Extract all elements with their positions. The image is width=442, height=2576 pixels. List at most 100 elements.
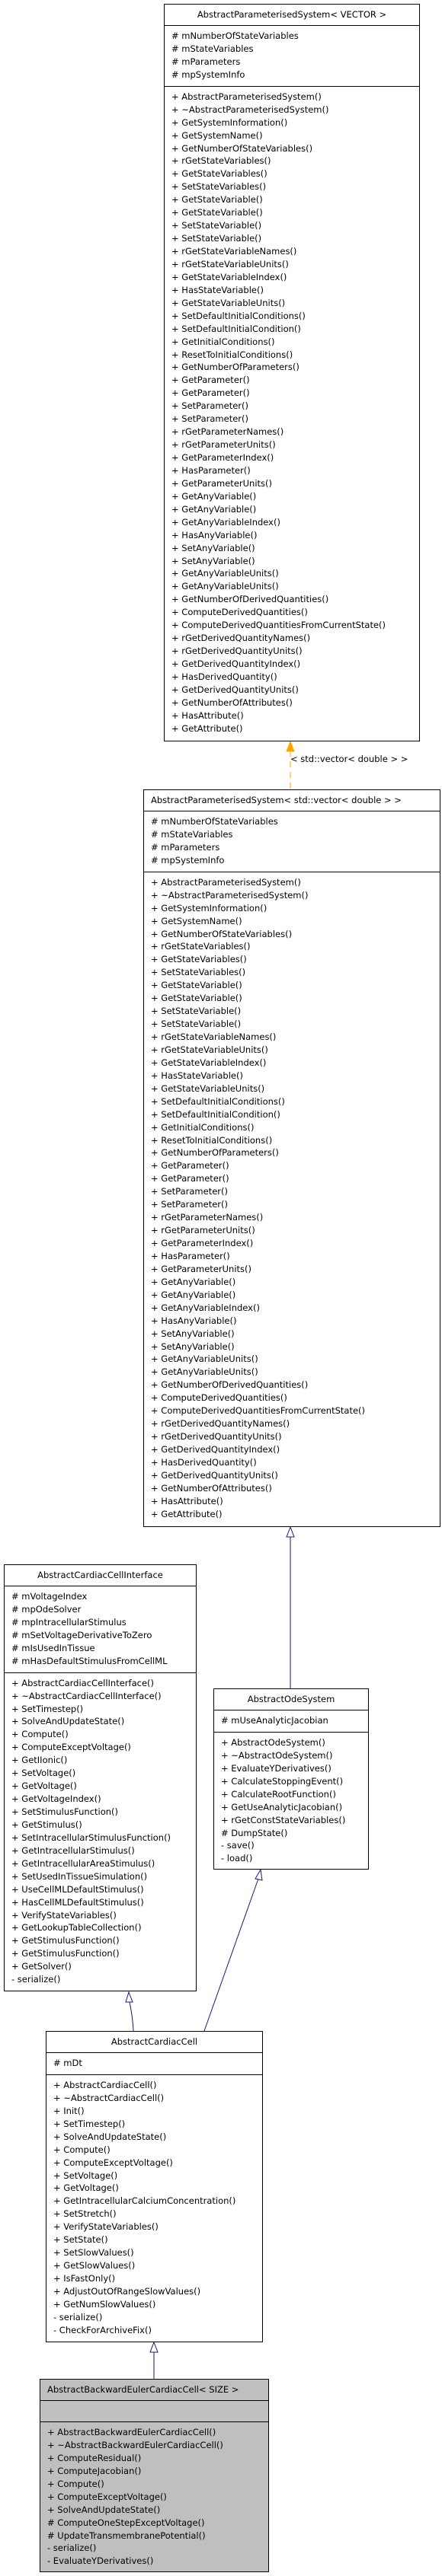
class-attribute[interactable]: # mStateVariables bbox=[151, 828, 440, 841]
class-attribute[interactable]: # mDt bbox=[53, 2057, 262, 2070]
class-attribute[interactable]: # mParameters bbox=[151, 841, 440, 854]
class-method[interactable]: + rGetDerivedQuantityNames() bbox=[171, 632, 419, 645]
class-method[interactable]: + GetAnyVariableUnits() bbox=[171, 567, 419, 580]
class-method[interactable]: + SetAnyVariable() bbox=[171, 555, 419, 568]
class-method[interactable]: + GetAnyVariable() bbox=[171, 503, 419, 516]
class-method[interactable]: + ComputeExceptVoltage() bbox=[11, 1741, 196, 1754]
class-method[interactable]: + ResetToInitialConditions() bbox=[171, 349, 419, 362]
class-method[interactable]: + GetStateVariableUnits() bbox=[171, 297, 419, 310]
class-method[interactable]: + HasStateVariable() bbox=[171, 284, 419, 297]
class-method[interactable]: + SolveAndUpdateState() bbox=[53, 2131, 262, 2144]
class-method[interactable]: + ~AbstractCardiacCell() bbox=[53, 2092, 262, 2105]
class-method[interactable]: + rGetDerivedQuantityNames() bbox=[151, 1417, 440, 1430]
class-method[interactable]: + IsFastOnly() bbox=[53, 2272, 262, 2285]
class-method[interactable]: + GetIntracellularStimulus() bbox=[11, 1844, 196, 1857]
class-method[interactable]: + ComputeDerivedQuantitiesFromCurrentSta… bbox=[151, 1404, 440, 1417]
class-method[interactable]: - save() bbox=[221, 1839, 368, 1852]
class-method[interactable]: + GetDerivedQuantityUnits() bbox=[171, 684, 419, 697]
class-method[interactable]: + GetParameter() bbox=[151, 1172, 440, 1185]
class-box-abstract-backward-euler-cardiac-cell[interactable]: AbstractBackwardEulerCardiacCell< SIZE >… bbox=[40, 2379, 269, 2572]
class-method[interactable]: + GetIIonic() bbox=[11, 1754, 196, 1767]
class-method[interactable]: + Compute() bbox=[11, 1728, 196, 1741]
class-method[interactable]: + GetAnyVariable() bbox=[151, 1276, 440, 1289]
class-method[interactable]: + GetStateVariableIndex() bbox=[151, 1057, 440, 1070]
class-method[interactable]: + rGetStateVariables() bbox=[171, 155, 419, 167]
class-method[interactable]: + ComputeDerivedQuantitiesFromCurrentSta… bbox=[171, 619, 419, 632]
class-method[interactable]: + GetVoltage() bbox=[11, 1780, 196, 1793]
class-method[interactable]: # ComputeOneStepExceptVoltage() bbox=[47, 2517, 268, 2530]
class-method[interactable]: + SetDefaultInitialCondition() bbox=[151, 1108, 440, 1121]
class-method[interactable]: + GetParameterUnits() bbox=[151, 1263, 440, 1276]
class-method[interactable]: + GetParameterIndex() bbox=[151, 1237, 440, 1250]
class-method[interactable]: + GetStateVariables() bbox=[151, 953, 440, 966]
class-attribute[interactable]: # mNumberOfStateVariables bbox=[171, 30, 419, 43]
class-method[interactable]: + HasParameter() bbox=[151, 1250, 440, 1263]
class-attribute[interactable]: # mIsUsedInTissue bbox=[11, 1642, 196, 1655]
class-method[interactable]: + SetStateVariables() bbox=[151, 966, 440, 979]
class-method[interactable]: + HasAnyVariable() bbox=[171, 529, 419, 542]
class-attribute[interactable]: # mUseAnalyticJacobian bbox=[221, 1714, 368, 1727]
class-method[interactable]: + CalculateStoppingEvent() bbox=[221, 1775, 368, 1788]
class-box-abstract-cardiac-cell[interactable]: AbstractCardiacCell # mDt + AbstractCard… bbox=[46, 2031, 263, 2342]
class-method[interactable]: + SetTimestep() bbox=[53, 2118, 262, 2131]
class-method[interactable]: + SetParameter() bbox=[151, 1198, 440, 1211]
class-method[interactable]: + SetDefaultInitialConditions() bbox=[171, 310, 419, 323]
class-method[interactable]: + ResetToInitialConditions() bbox=[151, 1134, 440, 1147]
class-method[interactable]: + SetSlowValues() bbox=[53, 2246, 262, 2259]
class-method[interactable]: - load() bbox=[221, 1852, 368, 1865]
class-box-abstract-ode-system[interactable]: AbstractOdeSystem # mUseAnalyticJacobian… bbox=[213, 1688, 369, 1870]
class-method[interactable]: + GetStateVariable() bbox=[171, 206, 419, 219]
class-method[interactable]: + ~AbstractParameterisedSystem() bbox=[171, 104, 419, 116]
class-method[interactable]: + GetSolver() bbox=[11, 1960, 196, 1973]
class-method[interactable]: + SetVoltage() bbox=[53, 2170, 262, 2182]
class-method[interactable]: + HasDerivedQuantity() bbox=[151, 1456, 440, 1469]
class-method[interactable]: + ComputeJacobian() bbox=[47, 2465, 268, 2478]
class-method[interactable]: + GetNumberOfParameters() bbox=[171, 361, 419, 374]
class-method[interactable]: + GetAnyVariableIndex() bbox=[151, 1302, 440, 1315]
class-method[interactable]: + GetSystemInformation() bbox=[151, 902, 440, 915]
class-method[interactable]: + ~AbstractBackwardEulerCardiacCell() bbox=[47, 2439, 268, 2452]
class-method[interactable]: + GetSystemName() bbox=[151, 915, 440, 928]
class-method[interactable]: + GetSystemInformation() bbox=[171, 116, 419, 129]
class-method[interactable]: + GetNumberOfAttributes() bbox=[151, 1482, 440, 1495]
class-method[interactable]: + GetSystemName() bbox=[171, 129, 419, 142]
class-method[interactable]: + rGetStateVariableNames() bbox=[171, 245, 419, 258]
class-method[interactable]: # DumpState() bbox=[221, 1827, 368, 1840]
class-attribute[interactable]: # mVoltageIndex bbox=[11, 1590, 196, 1603]
class-method[interactable]: + GetParameter() bbox=[171, 374, 419, 387]
class-method[interactable]: + GetDerivedQuantityUnits() bbox=[151, 1469, 440, 1482]
class-method[interactable]: + GetNumberOfStateVariables() bbox=[151, 928, 440, 941]
class-method[interactable]: + SetParameter() bbox=[151, 1185, 440, 1198]
class-method[interactable]: + GetStateVariable() bbox=[171, 193, 419, 206]
class-method[interactable]: + ComputeExceptVoltage() bbox=[53, 2157, 262, 2170]
class-method[interactable]: - EvaluateYDerivatives() bbox=[47, 2555, 268, 2568]
class-method[interactable]: + AbstractOdeSystem() bbox=[221, 1736, 368, 1749]
class-method[interactable]: + HasDerivedQuantity() bbox=[171, 671, 419, 684]
class-method[interactable]: + ComputeExceptVoltage() bbox=[47, 2491, 268, 2504]
class-method[interactable]: + GetParameter() bbox=[171, 387, 419, 400]
class-method[interactable]: + SetUsedInTissueSimulation() bbox=[11, 1870, 196, 1883]
class-method[interactable]: + SetStateVariable() bbox=[151, 1018, 440, 1031]
class-method[interactable]: + SetVoltage() bbox=[11, 1767, 196, 1780]
class-method[interactable]: + GetAnyVariableUnits() bbox=[151, 1353, 440, 1366]
class-method[interactable]: + SetParameter() bbox=[171, 413, 419, 426]
class-method[interactable]: + rGetParameterUnits() bbox=[151, 1224, 440, 1237]
class-method[interactable]: + GetLookupTableCollection() bbox=[11, 1921, 196, 1934]
class-method[interactable]: + Compute() bbox=[53, 2144, 262, 2157]
class-method[interactable]: + SetAnyVariable() bbox=[151, 1328, 440, 1341]
class-method[interactable]: + SetTimestep() bbox=[11, 1703, 196, 1716]
class-method[interactable]: + GetIntracellularAreaStimulus() bbox=[11, 1857, 196, 1870]
class-method[interactable]: + ~AbstractParameterisedSystem() bbox=[151, 889, 440, 902]
class-attribute[interactable]: # mStateVariables bbox=[171, 43, 419, 56]
class-attribute[interactable]: # mHasDefaultStimulusFromCellML bbox=[11, 1655, 196, 1668]
class-method[interactable]: - serialize() bbox=[11, 1973, 196, 1986]
class-box-abstract-cardiac-cell-interface[interactable]: AbstractCardiacCellInterface # mVoltageI… bbox=[4, 1564, 197, 1991]
class-method[interactable]: + SetAnyVariable() bbox=[171, 542, 419, 555]
class-method[interactable]: + AbstractParameterisedSystem() bbox=[151, 876, 440, 889]
class-method[interactable]: + SetStateVariables() bbox=[171, 180, 419, 193]
class-method[interactable]: + GetSlowValues() bbox=[53, 2259, 262, 2272]
class-attribute[interactable]: # mSetVoltageDerivativeToZero bbox=[11, 1629, 196, 1642]
class-method[interactable]: + GetStateVariables() bbox=[171, 167, 419, 180]
class-method[interactable]: + GetDerivedQuantityIndex() bbox=[171, 658, 419, 671]
class-method[interactable]: + rGetParameterNames() bbox=[151, 1211, 440, 1224]
